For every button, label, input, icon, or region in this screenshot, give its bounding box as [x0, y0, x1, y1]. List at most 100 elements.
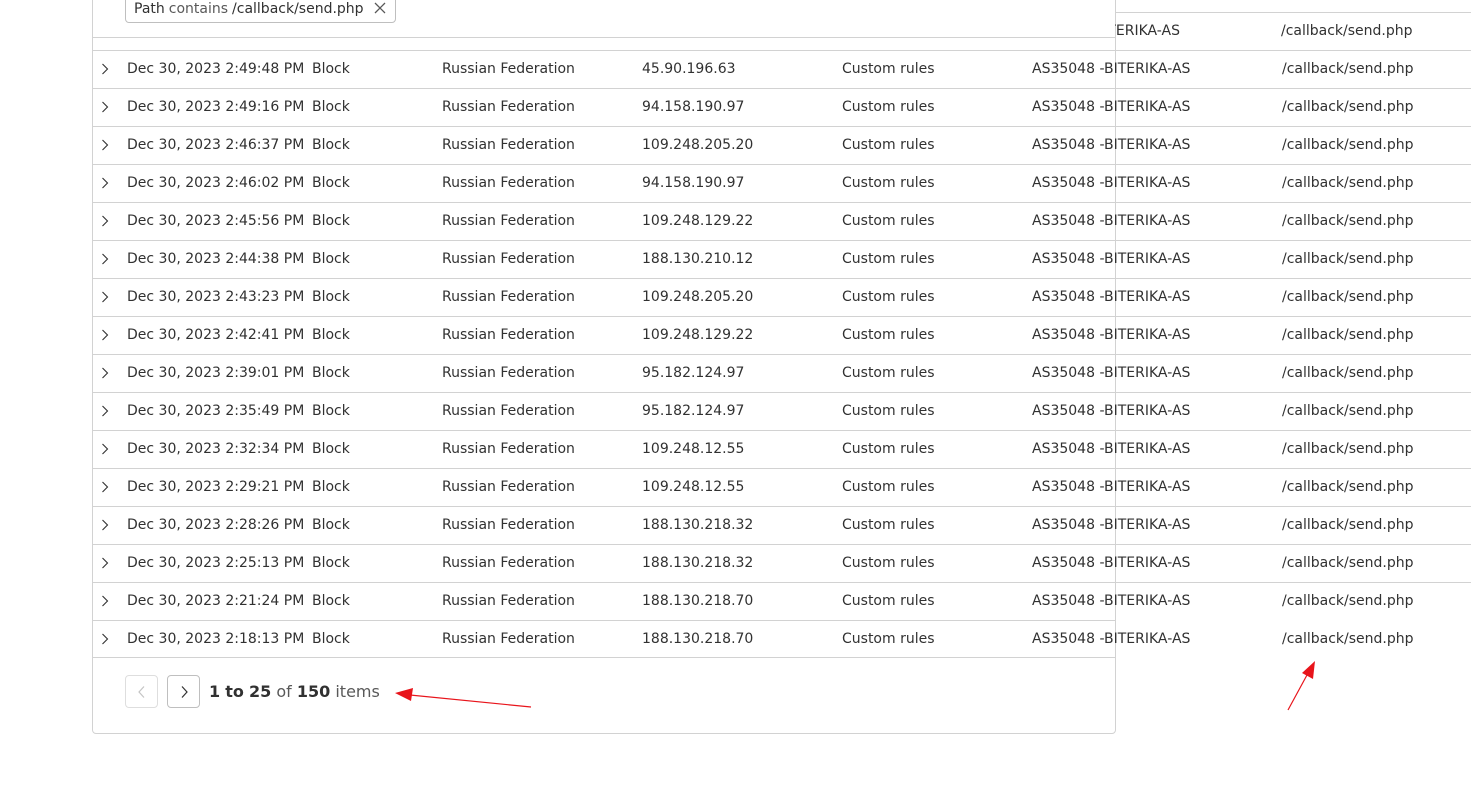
table-row[interactable]: Dec 30, 2023 2:42:41 PM Block Russian Fede… [93, 316, 1471, 354]
country-cell: Russian Federation [442, 517, 575, 533]
asn-cell: AS35048 -BITERIKA-AS [1032, 137, 1191, 153]
asn-cell: AS35048 -BITERIKA-AS [1032, 327, 1191, 343]
asn-cell: AS35048 -BITERIKA-AS [1032, 61, 1191, 77]
asn-cell: AS35048 -BITERIKA-AS [1032, 175, 1191, 191]
table-row[interactable]: Dec 30, 2023 2:39:01 PM Block Russian Fede… [93, 354, 1471, 392]
table-row[interactable]: Dec 30, 2023 2:43:23 PM Block Russian Fede… [93, 278, 1471, 316]
range-of: of [276, 682, 292, 701]
date-cell: Dec 30, 2023 2:44:38 PM [127, 251, 305, 267]
table-row[interactable]: Dec 30, 2023 2:46:37 PM Block Russian Fede… [93, 126, 1471, 164]
asn-cell: AS35048 -BITERIKA-AS [1032, 631, 1191, 647]
service-cell: Custom rules [842, 593, 935, 609]
table-row[interactable]: Dec 30, 2023 2:49:16 PM Block Russian Fede… [93, 88, 1471, 126]
close-icon[interactable] [373, 1, 387, 17]
path-cell: /callback/send.php [1282, 365, 1414, 381]
chevron-right-icon[interactable] [99, 443, 111, 455]
ip-cell: 109.248.129.22 [642, 327, 754, 343]
date-cell: Dec 30, 2023 2:39:01 PM [127, 365, 305, 381]
action-cell: Block [312, 555, 350, 571]
chevron-right-icon[interactable] [99, 101, 111, 113]
table-row[interactable]: Dec 30, 2023 2:44:38 PM Block Russian Fede… [93, 240, 1471, 278]
chevron-right-icon[interactable] [99, 519, 111, 531]
next-page-button[interactable] [167, 675, 200, 708]
country-cell: Russian Federation [442, 479, 575, 495]
asn-cell: AS35048 -BITERIKA-AS [1032, 213, 1191, 229]
table-row[interactable]: Dec 30, 2023 2:35:49 PM Block Russian Fede… [93, 392, 1471, 430]
chevron-left-icon [137, 685, 144, 698]
chevron-right-icon[interactable] [99, 215, 111, 227]
annotation-arrow-path [1287, 661, 1315, 711]
chevron-right-icon[interactable] [99, 481, 111, 493]
table-row[interactable]: Dec 30, 2023 2:28:26 PM Block Russian Fede… [93, 506, 1471, 544]
country-cell: Russian Federation [442, 365, 575, 381]
chevron-right-icon[interactable] [99, 63, 111, 75]
table-row[interactable]: Dec 30, 2023 2:18:13 PM Block Russian Fede… [93, 620, 1414, 658]
path-cell: /callback/send.php [1282, 631, 1414, 647]
pagination: 1 to 25 of 150 items [125, 675, 380, 708]
service-cell: Custom rules [842, 479, 935, 495]
action-cell: Block [312, 593, 350, 609]
pagination-summary: 1 to 25 of 150 items [209, 682, 380, 701]
service-cell: Custom rules [842, 61, 935, 77]
ip-cell: 109.248.205.20 [642, 289, 754, 305]
asn-cell: AS35048 -BITERIKA-AS [1032, 555, 1191, 571]
action-cell: Block [312, 251, 350, 267]
table-row[interactable]: Dec 30, 2023 2:45:56 PM Block Russian Fede… [93, 202, 1471, 240]
action-cell: Block [312, 517, 350, 533]
asn-cell: AS35048 -BITERIKA-AS [1032, 251, 1191, 267]
date-cell: Dec 30, 2023 2:35:49 PM [127, 403, 305, 419]
table-row[interactable]: Dec 30, 2023 2:49:48 PM Block Russian Fede… [93, 50, 1471, 88]
country-cell: Russian Federation [442, 213, 575, 229]
path-cell: /callback/send.php [1282, 61, 1414, 77]
filter-chip[interactable]: Path contains /callback/send.php [125, 0, 396, 23]
chevron-right-icon[interactable] [99, 253, 111, 265]
service-cell: Custom rules [842, 441, 935, 457]
chevron-right-icon[interactable] [99, 367, 111, 379]
date-cell: Dec 30, 2023 2:42:41 PM [127, 327, 305, 343]
table-row[interactable]: Dec 30, 2023 2:21:24 PM Block Russian Fede… [93, 582, 1471, 620]
chevron-right-icon[interactable] [99, 633, 111, 645]
path-cell: /callback/send.php [1282, 289, 1414, 305]
path-cell: /callback/send.php [1282, 175, 1414, 191]
ip-cell: 188.130.210.12 [642, 251, 754, 267]
ip-cell: 109.248.12.55 [642, 441, 745, 457]
table-row[interactable]: Dec 30, 2023 2:46:02 PM Block Russian Fede… [93, 164, 1471, 202]
service-cell: Custom rules [842, 365, 935, 381]
asn-cell: AS35048 -BITERIKA-AS [1032, 441, 1191, 457]
country-cell: Russian Federation [442, 61, 575, 77]
action-cell: Block [312, 327, 350, 343]
service-cell: Custom rules [842, 327, 935, 343]
date-cell: Dec 30, 2023 2:29:21 PM [127, 479, 305, 495]
chevron-right-icon[interactable] [99, 405, 111, 417]
chevron-right-icon[interactable] [99, 139, 111, 151]
country-cell: Russian Federation [442, 441, 575, 457]
asn-cell: AS35048 -BITERIKA-AS [1032, 99, 1191, 115]
table-row[interactable]: Dec 30, 2023 2:29:21 PM Block Russian Fede… [93, 468, 1471, 506]
filter-value: /callback/send.php [232, 1, 364, 17]
chevron-right-icon[interactable] [99, 329, 111, 341]
table-row[interactable]: Dec 30, 2023 2:25:13 PM Block Russian Fede… [93, 544, 1471, 582]
ip-cell: 188.130.218.70 [642, 631, 754, 647]
country-cell: Russian Federation [442, 555, 575, 571]
service-cell: Custom rules [842, 251, 935, 267]
country-cell: Russian Federation [442, 631, 575, 647]
date-cell: Dec 30, 2023 2:43:23 PM [127, 289, 305, 305]
date-cell: Dec 30, 2023 2:21:24 PM [127, 593, 305, 609]
action-cell: Block [312, 403, 350, 419]
chevron-right-icon[interactable] [99, 291, 111, 303]
path-cell: /callback/send.php [1281, 23, 1413, 39]
action-cell: Block [312, 365, 350, 381]
events-table-body: Dec 30, 2023 2:49:48 PM Block Russian Fede… [93, 50, 1471, 658]
path-cell: /callback/send.php [1282, 555, 1414, 571]
previous-page-button[interactable] [125, 675, 158, 708]
service-cell: Custom rules [842, 137, 935, 153]
country-cell: Russian Federation [442, 251, 575, 267]
chevron-right-icon[interactable] [99, 177, 111, 189]
chevron-right-icon [181, 685, 188, 698]
chevron-right-icon[interactable] [99, 557, 111, 569]
filter-field: Path [134, 1, 165, 17]
chevron-right-icon[interactable] [99, 595, 111, 607]
table-row[interactable]: Dec 30, 2023 2:32:34 PM Block Russian Fede… [93, 430, 1471, 468]
path-cell: /callback/send.php [1282, 99, 1414, 115]
range-to: to [225, 682, 244, 701]
